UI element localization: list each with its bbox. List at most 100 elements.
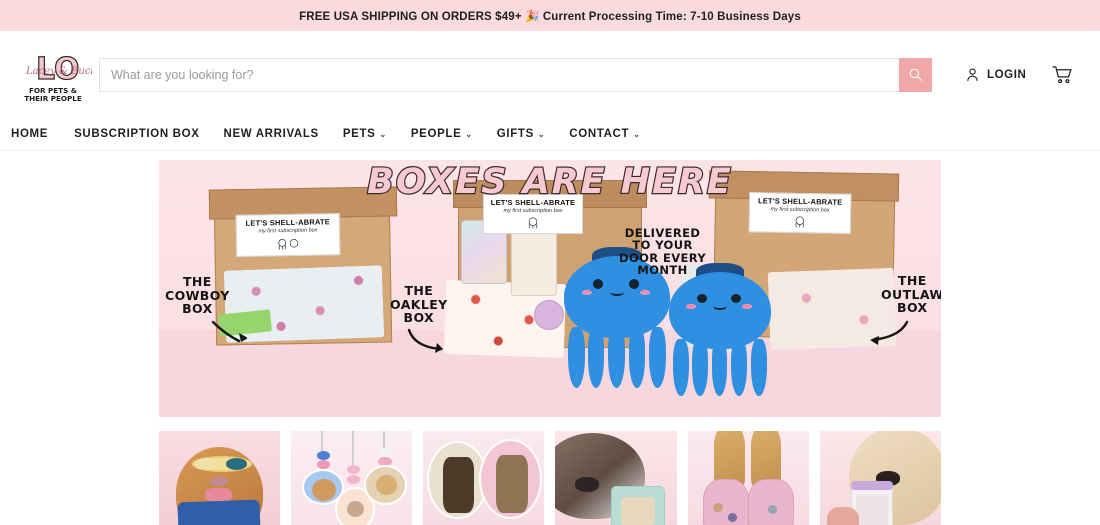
hero-plush-octopus-right [669,263,771,396]
hero-card-cowboy: LET'S SHELL-ABRATE my first subscription… [235,213,341,257]
hero-card-subtitle: my first subscription box [770,206,830,214]
nav-item-home[interactable]: HOME [11,128,62,140]
octopus-cheek-left [582,290,592,296]
octopus-tentacles [568,327,666,388]
announcement-bar: FREE USA SHIPPING ON ORDERS $49+ 🎉 Curre… [0,0,1100,31]
thumbnail-australian-shepherd-with-pet-portrait-tumbler[interactable] [555,431,677,525]
octopus-eye-left [592,278,604,289]
search-input[interactable] [99,57,899,92]
octopus-eye-right [628,278,640,289]
dog-nose [574,477,600,492]
hero-card-subtitle: my first subscription box [258,227,318,235]
chevron-down-icon: ⌄ [465,130,473,139]
hero-title: BOXES ARE HERE [366,161,733,203]
nav-label: NEW ARRIVALS [223,128,319,140]
hero-callout-outlaw: THE OUTLAW BOX [881,273,941,315]
bead-pink-2 [346,465,361,474]
hero-card-title: LET'S SHELL-ABRATE [757,196,843,207]
nav-label: HOME [11,128,49,140]
bead-blue [316,451,330,460]
bead-pink-3 [346,475,361,484]
octopus-cheek-left [686,304,696,309]
hand-holding-tumbler [827,507,859,525]
search-bar [99,57,932,92]
tumbler-pet-photo [620,497,655,525]
hero-callout-delivered: DELIVERED TO YOUR DOOR EVERY MONTH [619,226,707,278]
octopus-cheek-right [742,304,752,309]
search-submit-button[interactable] [899,57,932,92]
lens-left [195,458,218,470]
nav-label: CONTACT [569,128,630,140]
thumbnail-pet-photo-car-coasters[interactable] [423,431,545,525]
hero-banner[interactable]: LET'S SHELL-ABRATE my first subscription… [159,160,941,417]
nav-item-pets[interactable]: PETS ⌄ [343,128,401,140]
hero-arrow-oakley [407,328,443,353]
thumbnail-goldendoodle-holding-photo-tumbler[interactable] [819,431,941,525]
bead-white [378,448,392,457]
octopus-eye-right [731,293,742,303]
hero-product-pouch [511,226,557,296]
thumbnail-pet-portrait-ornaments-with-beads[interactable] [291,431,413,525]
coaster-right-dog-photo [496,455,528,513]
dog-nose [209,477,229,486]
octopus-tentacles [673,338,767,396]
main-navigation: HOME SUBSCRIPTION BOX NEW ARRIVALS PETS … [0,118,1100,151]
octopus-doodle-icon [278,238,299,250]
octopus-eye-left [696,293,707,303]
hero-card-subtitle: my first subscription box [503,208,563,214]
tumbler-pet-photo-collage [856,495,888,525]
chevron-down-icon: ⌄ [379,130,387,139]
ornament-string-2 [351,431,354,465]
octopus-doodle-icon [528,217,538,229]
octopus-doodle-icon [795,216,805,228]
dog-bandana [177,499,262,525]
thumbnail-golden-retriever-with-sunglasses-and-bandana[interactable] [159,431,281,525]
nav-label: GIFTS [496,128,534,140]
ornament-pet-face-3 [375,475,397,495]
hero-card-title: LET'S SHELL-ABRATE [245,217,331,228]
hero-arrow-cowboy [211,320,247,343]
hero-callout-oakley: THE OAKLEY BOX [390,283,448,325]
nav-label: SUBSCRIPTION BOX [74,128,200,140]
cart-button[interactable] [1052,65,1074,85]
tumbler-lid [851,481,893,490]
site-header: L O Lacey & Bucky FOR PETS & THEIR PEOPL… [0,31,1100,118]
thumbnail-dog-paws-wearing-pink-clogs-with-charms[interactable] [687,431,809,525]
search-icon [909,68,922,81]
login-label: LOGIN [987,68,1027,81]
octopus-smile [609,288,625,297]
nav-item-people[interactable]: PEOPLE ⌄ [411,128,487,140]
nav-item-new-arrivals[interactable]: NEW ARRIVALS [224,128,333,140]
coaster-left-dog-photo [442,457,475,513]
product-thumbnail-strip [159,431,941,525]
hero-card-outlaw: LET'S SHELL-ABRATE my first subscription… [748,192,852,234]
chevron-down-icon: ⌄ [537,130,546,139]
user-icon [967,68,978,82]
octopus-cheek-right [640,290,650,296]
hero-arrow-outlaw [870,320,909,345]
nav-item-gifts[interactable]: GIFTS ⌄ [497,128,559,140]
octopus-smile [712,302,728,310]
main-content: LET'S SHELL-ABRATE my first subscription… [0,160,1100,525]
cart-icon [1052,65,1072,83]
site-logo[interactable]: L O Lacey & Bucky FOR PETS & THEIR PEOPL… [14,45,92,105]
ornament-pet-face-2 [346,501,364,517]
clog-left [703,479,750,525]
bead-pink [316,460,330,469]
clog-charm-1 [713,503,723,512]
nav-label: PETS [342,128,376,140]
octopus-head [669,272,771,349]
nav-item-contact[interactable]: CONTACT ⌄ [569,128,654,140]
clog-right [748,479,795,525]
logo-tagline-2: THEIR PEOPLE [24,94,82,103]
nav-label: PEOPLE [410,128,462,140]
ornament-pet-face-1 [311,479,336,501]
announcement-text: FREE USA SHIPPING ON ORDERS $49+ 🎉 Curre… [299,10,801,23]
login-link[interactable]: LOGIN [964,66,1026,83]
chevron-down-icon: ⌄ [633,130,641,139]
logo-script: Lacey & Bucky [25,66,92,77]
header-actions: LOGIN [964,65,1074,85]
hero-callout-cowboy: THE COWBOY BOX [165,274,230,316]
hero-round-sticker [534,300,564,330]
nav-item-subscription-box[interactable]: SUBSCRIPTION BOX [74,128,213,140]
